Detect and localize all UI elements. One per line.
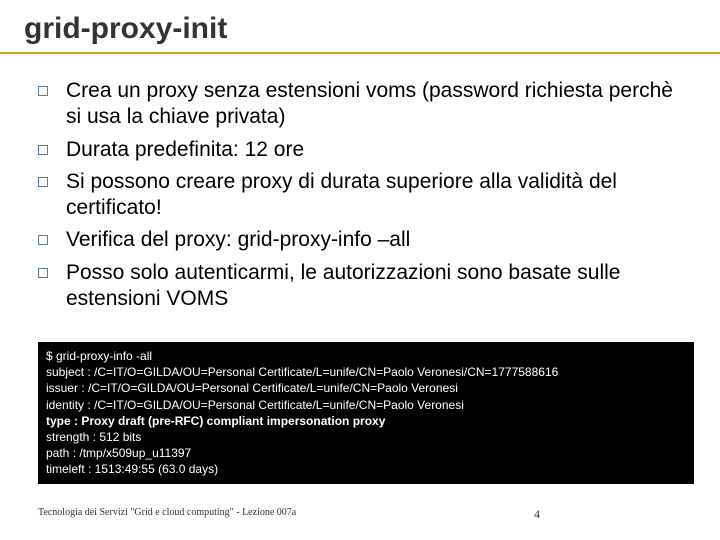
page-number: 4 xyxy=(534,507,540,522)
list-item: Si possono creare proxy di durata superi… xyxy=(38,169,690,222)
slide-title: grid-proxy-init xyxy=(24,12,720,46)
footer: Tecnologia dei Servizi "Grid e cloud com… xyxy=(0,507,720,522)
bullet-icon xyxy=(38,86,48,96)
list-item: Durata predefinita: 12 ore xyxy=(38,137,690,163)
list-item: Verifica del proxy: grid-proxy-info –all xyxy=(38,227,690,253)
bullet-icon xyxy=(38,145,48,155)
bullet-text: Crea un proxy senza estensioni voms (pas… xyxy=(66,78,690,131)
terminal-line: timeleft : 1513:49:55 (63.0 days) xyxy=(46,461,686,477)
content-area: Crea un proxy senza estensioni voms (pas… xyxy=(0,54,720,328)
list-item: Posso solo autenticarmi, le autorizzazio… xyxy=(38,260,690,313)
title-bar: grid-proxy-init xyxy=(0,0,720,54)
bullet-icon xyxy=(38,268,48,278)
terminal-line: path : /tmp/x509up_u11397 xyxy=(46,445,686,461)
terminal-line: identity : /C=IT/O=GILDA/OU=Personal Cer… xyxy=(46,397,686,413)
bullet-icon xyxy=(38,235,48,245)
list-item: Crea un proxy senza estensioni voms (pas… xyxy=(38,78,690,131)
bullet-text: Posso solo autenticarmi, le autorizzazio… xyxy=(66,260,690,313)
terminal-line: type : Proxy draft (pre-RFC) compliant i… xyxy=(46,413,686,429)
bullet-text: Verifica del proxy: grid-proxy-info –all xyxy=(66,227,410,253)
terminal-line: strength : 512 bits xyxy=(46,429,686,445)
terminal-line: $ grid-proxy-info -all xyxy=(46,348,686,364)
footer-text: Tecnologia dei Servizi "Grid e cloud com… xyxy=(38,507,296,522)
terminal-line: subject : /C=IT/O=GILDA/OU=Personal Cert… xyxy=(46,364,686,380)
bullet-text: Si possono creare proxy di durata superi… xyxy=(66,169,690,222)
bullet-icon xyxy=(38,177,48,187)
terminal-output: $ grid-proxy-info -all subject : /C=IT/O… xyxy=(38,342,694,484)
bullet-text: Durata predefinita: 12 ore xyxy=(66,137,304,163)
terminal-line: issuer : /C=IT/O=GILDA/OU=Personal Certi… xyxy=(46,380,686,396)
